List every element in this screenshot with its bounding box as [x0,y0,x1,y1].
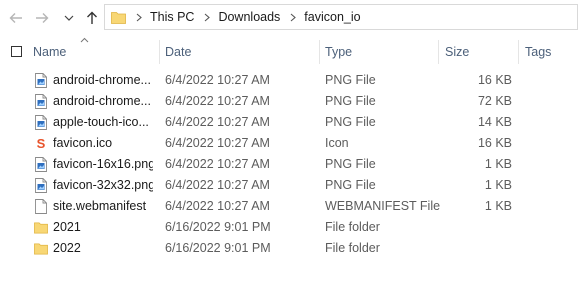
chevron-down-icon [64,15,74,21]
file-date-modified: 6/16/2022 9:01 PM [165,241,271,255]
svg-text:S: S [37,136,46,150]
png-file-icon [34,177,48,193]
file-type: PNG File [325,115,376,129]
select-all-checkbox[interactable] [11,46,22,57]
blank-file-icon [34,198,48,214]
breadcrumb-downloads[interactable]: Downloads [218,10,280,24]
file-name: favicon-32x32.png [53,178,153,192]
file-date-modified: 6/4/2022 10:27 AM [165,115,270,129]
file-name: favicon-16x16.png [53,157,153,171]
column-divider[interactable] [319,40,320,64]
file-row[interactable]: android-chrome... 6/4/2022 10:27 AM PNG Fi… [0,70,579,91]
file-type: PNG File [325,73,376,87]
column-header-row: Name Date Type Size Tags [0,40,579,64]
column-header-size[interactable]: Size [445,45,469,59]
file-list: android-chrome... 6/4/2022 10:27 AM PNG Fi… [0,70,579,259]
recent-locations-button[interactable] [62,8,76,28]
folder-icon [34,219,48,235]
folder-row[interactable]: 2022 6/16/2022 9:01 PM File folder [0,238,579,259]
file-row[interactable]: Sfavicon.ico 6/4/2022 10:27 AM Icon 16 KB [0,133,579,154]
file-date-modified: 6/4/2022 10:27 AM [165,199,270,213]
breadcrumb-separator-icon [136,13,142,22]
file-type: PNG File [325,178,376,192]
column-divider[interactable] [518,40,519,64]
breadcrumb-separator-icon [290,13,297,22]
file-name: apple-touch-ico... [53,115,149,129]
file-type: PNG File [325,94,376,108]
breadcrumb-favicon-io[interactable]: favicon_io [304,10,360,24]
back-button[interactable] [6,8,26,28]
file-name: android-chrome... [53,73,151,87]
png-file-icon [34,114,48,130]
folder-icon [111,10,126,25]
file-row[interactable]: apple-touch-ico... 6/4/2022 10:27 AM PNG F… [0,112,579,133]
file-size: 1 KB [484,199,512,213]
file-type: File folder [325,220,380,234]
file-type: Icon [325,136,349,150]
file-date-modified: 6/4/2022 10:27 AM [165,73,270,87]
file-name: 2022 [53,241,81,255]
file-row[interactable]: favicon-32x32.png 6/4/2022 10:27 AM PNG Fi… [0,175,579,196]
file-name: 2021 [53,220,81,234]
column-header-tags[interactable]: Tags [525,45,551,59]
column-divider[interactable] [438,40,439,64]
file-size: 1 KB [484,178,512,192]
address-bar[interactable]: This PC Downloads favicon_io [104,4,578,30]
file-type: PNG File [325,157,376,171]
arrow-left-icon [9,13,22,23]
navigation-bar: This PC Downloads favicon_io [0,0,579,36]
file-date-modified: 6/16/2022 9:01 PM [165,220,271,234]
arrow-right-icon [36,13,49,23]
file-row[interactable]: android-chrome... 6/4/2022 10:27 AM PNG Fi… [0,91,579,112]
favicon-icon: S [34,135,48,151]
file-name: site.webmanifest [53,199,147,213]
up-button[interactable] [82,8,102,28]
file-date-modified: 6/4/2022 10:27 AM [165,157,270,171]
file-size: 72 KB [477,94,512,108]
file-explorer-window: This PC Downloads favicon_io Name Date T… [0,0,579,306]
file-type: File folder [325,241,380,255]
column-header-type[interactable]: Type [325,45,352,59]
png-file-icon [34,72,48,88]
png-file-icon [34,156,48,172]
file-name: android-chrome... [53,94,151,108]
file-name: favicon.ico [53,136,113,150]
column-header-date[interactable]: Date [165,45,191,59]
folder-icon [34,240,48,256]
file-size: 16 KB [477,136,512,150]
file-row[interactable]: site.webmanifest 6/4/2022 10:27 AM WEBMANI… [0,196,579,217]
column-header-name[interactable]: Name [33,45,66,59]
breadcrumb-separator-icon [204,13,211,22]
file-date-modified: 6/4/2022 10:27 AM [165,136,270,150]
file-size: 1 KB [484,157,512,171]
arrow-up-icon [87,11,97,24]
file-size: 16 KB [477,73,512,87]
file-type: WEBMANIFEST File [325,199,441,213]
png-file-icon [34,93,48,109]
folder-row[interactable]: 2021 6/16/2022 9:01 PM File folder [0,217,579,238]
column-divider[interactable] [159,40,160,64]
forward-button[interactable] [32,8,52,28]
file-date-modified: 6/4/2022 10:27 AM [165,94,270,108]
file-row[interactable]: favicon-16x16.png 6/4/2022 10:27 AM PNG Fi… [0,154,579,175]
breadcrumb-this-pc[interactable]: This PC [150,10,194,24]
file-date-modified: 6/4/2022 10:27 AM [165,178,270,192]
file-size: 14 KB [477,115,512,129]
